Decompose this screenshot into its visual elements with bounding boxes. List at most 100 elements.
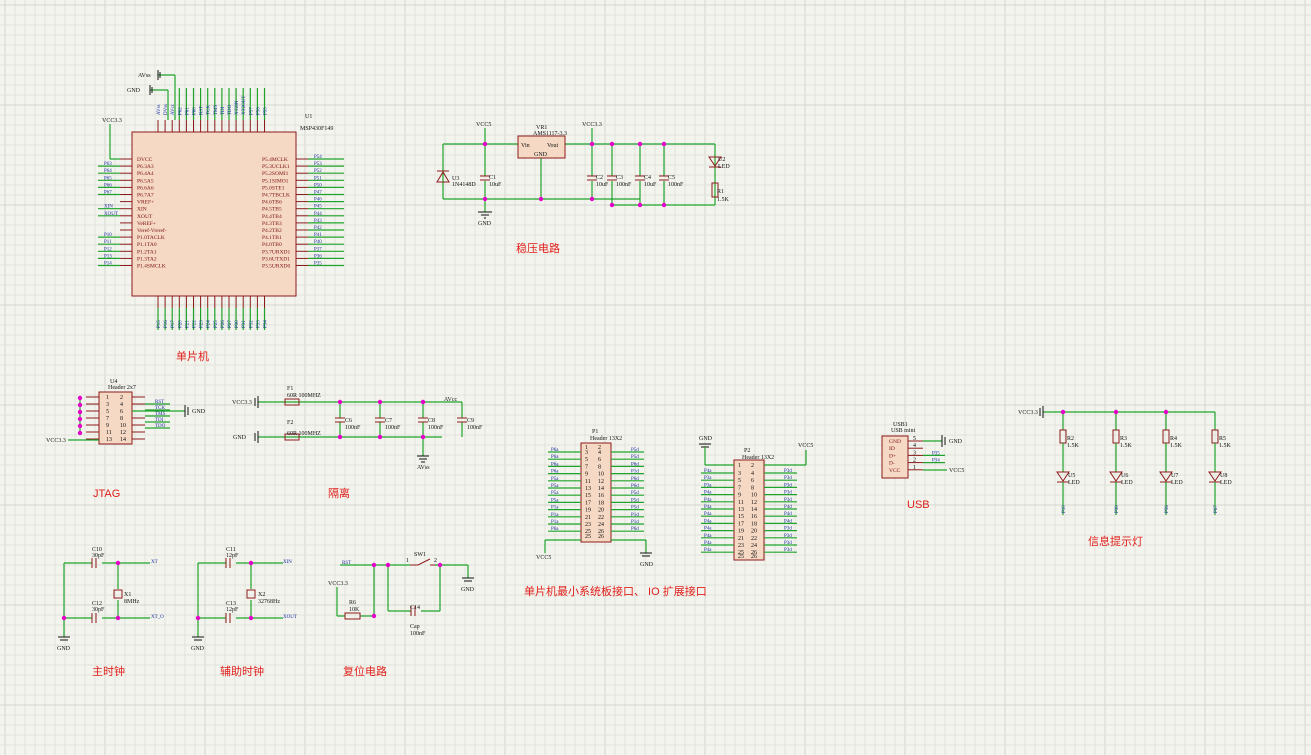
- mcu-bottom-net: P33: [256, 320, 261, 328]
- p2-pin-num: 16: [751, 514, 757, 520]
- p1-left-net: P6a: [551, 527, 559, 532]
- iso-vcc: VCC3.3: [232, 400, 252, 406]
- u3-part: 1N4148D: [452, 182, 476, 188]
- p2-right-net: P3d: [784, 476, 792, 481]
- mcu-left-net: P13: [104, 254, 112, 259]
- mcu-right-pin: P4.4TB4: [262, 214, 282, 220]
- p1-pin-num: 10: [598, 472, 604, 478]
- ind-res-ref: R3: [1120, 436, 1127, 442]
- p2-pin-num: 2: [751, 463, 754, 469]
- aclk-xin: XIN: [283, 560, 292, 565]
- p1-right-net: P5d: [631, 455, 639, 460]
- p1-right-net: P6d: [631, 462, 639, 467]
- ind-vcc: VCC3.3: [1018, 410, 1038, 416]
- p2-right-net: P3d: [784, 548, 792, 553]
- p1-vcc: VCC5: [536, 555, 551, 561]
- mcu-gnd-label: GND: [127, 88, 141, 94]
- p1-pin-num: 24: [598, 522, 604, 528]
- p1-right-net: P5d: [631, 498, 639, 503]
- sw1-ref: SW1: [414, 552, 426, 558]
- c13-val: 12pF: [226, 607, 239, 613]
- ind-led-val: LED: [1171, 480, 1183, 486]
- mcu-left-net: P65: [104, 176, 112, 181]
- mcu-left-net: XIN: [104, 205, 113, 210]
- p1-pin-num: 12: [598, 479, 604, 485]
- section-main-clock-title: 主时钟: [92, 664, 125, 678]
- mcu-right-net: P50: [314, 183, 322, 188]
- mcu-left-net: P64: [104, 169, 112, 174]
- p2-pin-num: 24: [751, 543, 757, 549]
- p2-pin-num: 20: [751, 529, 757, 535]
- ind-net: P10: [1062, 505, 1067, 513]
- ind-res-val: 1.5K: [1170, 443, 1183, 449]
- r1-val: 1.5K: [717, 197, 730, 203]
- iso-avcc: AVcc: [444, 397, 458, 403]
- schematic-sheet: U1 MSP430F149 AVss GND VCC3.3 DVCCP6.3A3…: [0, 0, 1311, 755]
- p2-right-net: P4d: [784, 519, 792, 524]
- p1-pin-num: 17: [585, 500, 591, 506]
- jtag-net: TMS: [155, 412, 166, 417]
- reg-cap-ref: C4: [644, 175, 651, 181]
- ind-led-ref: U6: [1121, 473, 1128, 479]
- r6-ref: R6: [349, 600, 356, 606]
- ind-led-val: LED: [1121, 480, 1133, 486]
- p2-left-net: P4a: [704, 541, 712, 546]
- mcu-right-pin: P4.6TB6: [262, 200, 282, 206]
- jtag-block[interactable]: U4 Header 2x7 1 23 45 67 89 1011 1213 14RSTTCKT…: [46, 379, 206, 500]
- mcu-right-net: P46: [314, 198, 322, 203]
- p2-left-net: P4a: [704, 527, 712, 532]
- p2-pin-num: 19: [738, 529, 744, 535]
- main-clock-block[interactable]: C10 30pF C12 30pF X1 8MHz XT XT_O GND 主时…: [57, 547, 164, 678]
- iso-avss: AVss: [417, 465, 430, 471]
- reg-cap-val: 10uF: [596, 182, 609, 188]
- iso-cap-ref: C8: [428, 418, 435, 424]
- reg-ground: GND: [478, 221, 492, 227]
- p1-right-net: P1d: [631, 520, 639, 525]
- mcu-right-pin: P5.0STE1: [262, 185, 285, 191]
- c11-val: 12pF: [226, 553, 239, 559]
- p1-left-net: P1a: [551, 520, 559, 525]
- p1-pin-num: 18: [598, 500, 604, 506]
- ind-res-ref: R2: [1067, 436, 1074, 442]
- mcu-right-net: P44: [314, 212, 322, 217]
- ind-led-ref: U7: [1171, 473, 1178, 479]
- p1-pin-num: 9: [585, 472, 588, 478]
- p1-left-net: P1a: [551, 506, 559, 511]
- mcu-top-net: XT2OUT: [242, 96, 247, 115]
- mcu-right-pin: P5.2SOMI1: [262, 171, 289, 177]
- section-isolation-title: 隔离: [328, 486, 350, 500]
- p2-left-net: P3a: [704, 476, 712, 481]
- mcu-left-pin: P6.7A7: [137, 193, 154, 199]
- mcu-right-net: P54: [314, 155, 322, 160]
- mcu-top-net: P55: [264, 107, 269, 115]
- vr1-vin: Vin: [521, 143, 530, 149]
- mcu-top-net: P60: [193, 107, 198, 115]
- p1-pin-num: 19: [585, 508, 591, 514]
- p2-vcc: VCC5: [798, 443, 813, 449]
- p1-gnd: GND: [640, 562, 654, 568]
- mcu-left-pin: P6.4A4: [137, 171, 154, 177]
- section-mcu-title: 单片机: [176, 349, 209, 363]
- mcu-top-net: P57: [249, 107, 254, 115]
- c14-type: Cap: [410, 624, 420, 630]
- mclk-xto: XT_O: [151, 615, 164, 620]
- p1-right-net: P5d: [631, 491, 639, 496]
- p1-left-net: P5a: [551, 477, 559, 482]
- jtag-pin-num: 4: [120, 402, 123, 408]
- c12-val: 30pF: [92, 607, 105, 613]
- p1-part: Header 13X2: [590, 436, 622, 442]
- p1-pin-num: 26: [598, 534, 604, 540]
- ind-net: P67: [1214, 505, 1219, 513]
- p2-pin-num: 13: [738, 507, 744, 513]
- mcu-right-pin: P4.7TBCLK: [262, 193, 290, 199]
- p2-pin-num: 10: [751, 493, 757, 499]
- mcu-bottom-net: P25: [214, 320, 219, 328]
- mcu-bottom-net: P22: [193, 320, 198, 328]
- mcu-top-net: P62: [178, 107, 183, 115]
- p1-left-net: P6a: [551, 462, 559, 467]
- mcu-right-net: P36: [314, 254, 322, 259]
- p1-pin-num: 11: [585, 479, 591, 485]
- mcu-top-net: DVss: [164, 104, 169, 115]
- aux-clock-block[interactable]: C11 12pF C13 12pF X2 32768Hz XIN XOUT GN…: [191, 547, 297, 678]
- vr1-gnd: GND: [534, 152, 548, 158]
